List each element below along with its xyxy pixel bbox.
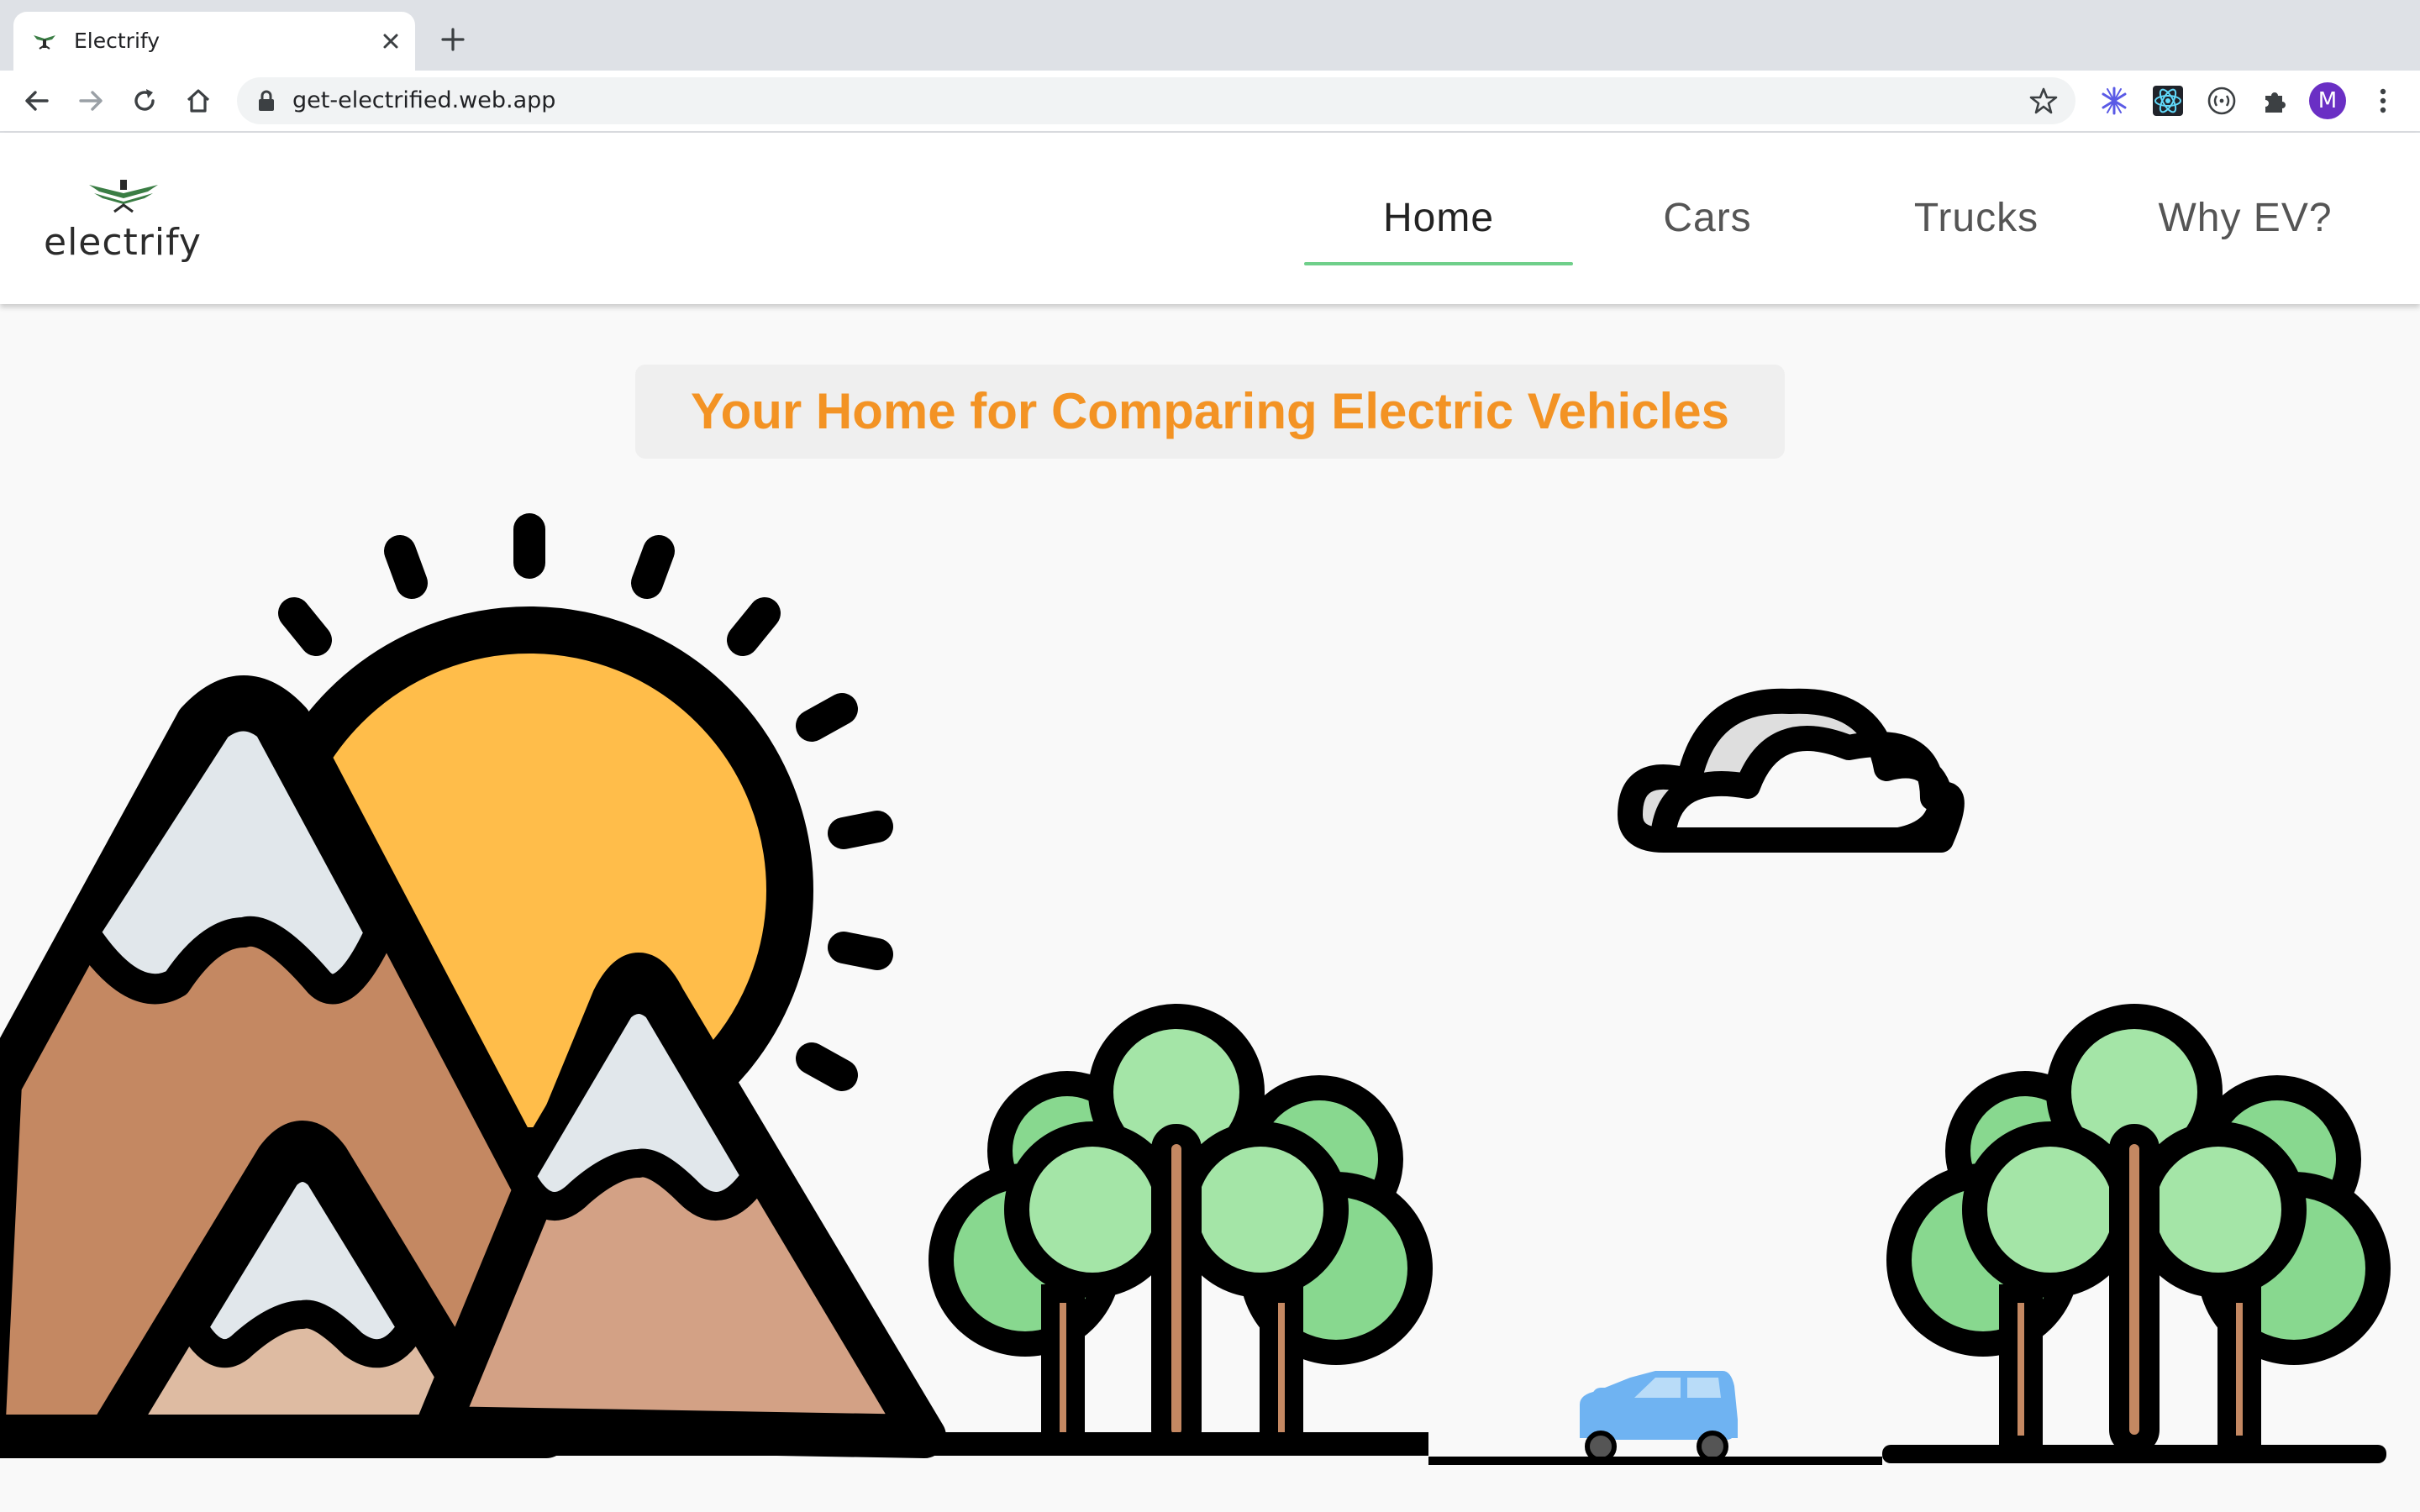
- electrify-logo-icon: [89, 180, 158, 213]
- redux-devtools-icon[interactable]: [2205, 84, 2238, 118]
- react-devtools-icon[interactable]: [2151, 84, 2185, 118]
- back-arrow-icon[interactable]: [20, 84, 54, 118]
- new-tab-plus-icon[interactable]: [437, 24, 469, 55]
- url-text[interactable]: get-electrified.web.app: [292, 86, 555, 116]
- close-icon[interactable]: [376, 27, 405, 55]
- browser-toolbar: get-electrified.web.app M: [0, 71, 2420, 133]
- hero-illustration: [0, 513, 2391, 1465]
- nav-cars-label: Cars: [1663, 196, 1752, 240]
- ground-line-right: [1882, 1445, 2386, 1463]
- road-line: [1428, 1457, 1882, 1465]
- nav-home[interactable]: Home: [1304, 193, 1573, 265]
- nav-why-ev[interactable]: Why EV?: [2111, 193, 2380, 244]
- browser-tab[interactable]: Electrify: [13, 12, 415, 71]
- nav-trucks[interactable]: Trucks: [1842, 193, 2111, 244]
- lock-icon[interactable]: [255, 89, 277, 113]
- nav-active-underline: [1304, 262, 1573, 265]
- nav-cars[interactable]: Cars: [1573, 193, 1842, 244]
- home-icon[interactable]: [182, 84, 215, 118]
- forward-arrow-icon[interactable]: [74, 84, 108, 118]
- address-bar[interactable]: get-electrified.web.app: [237, 77, 2075, 124]
- browser-tabstrip: Electrify: [0, 0, 2420, 71]
- tree-group-left: [929, 1004, 1433, 1455]
- electric-car: [1580, 1371, 1738, 1462]
- ground-line: [0, 1432, 1428, 1456]
- logo-text: electrify: [44, 221, 202, 264]
- snowflake-extension-icon[interactable]: [2097, 84, 2131, 118]
- nav-why-ev-label: Why EV?: [2158, 196, 2333, 240]
- page-headline: Your Home for Comparing Electric Vehicle…: [691, 383, 1729, 439]
- cloud: [1618, 688, 1965, 853]
- nav-trucks-label: Trucks: [1913, 196, 2039, 240]
- headline-banner: Your Home for Comparing Electric Vehicle…: [635, 365, 1785, 459]
- profile-avatar[interactable]: M: [2309, 82, 2346, 119]
- bookmark-star-icon[interactable]: [2028, 86, 2059, 116]
- site-header: electrify Home Cars Trucks Why EV?: [0, 133, 2420, 304]
- menu-kebab-icon[interactable]: [2366, 84, 2400, 118]
- nav-home-label: Home: [1382, 196, 1495, 240]
- electrify-logo-icon: [34, 35, 55, 50]
- extensions-puzzle-icon[interactable]: [2259, 84, 2292, 118]
- tree-group-right: [1886, 1004, 2391, 1455]
- site-logo[interactable]: electrify: [44, 176, 212, 269]
- reload-icon[interactable]: [128, 84, 161, 118]
- tab-title: Electrify: [74, 29, 160, 53]
